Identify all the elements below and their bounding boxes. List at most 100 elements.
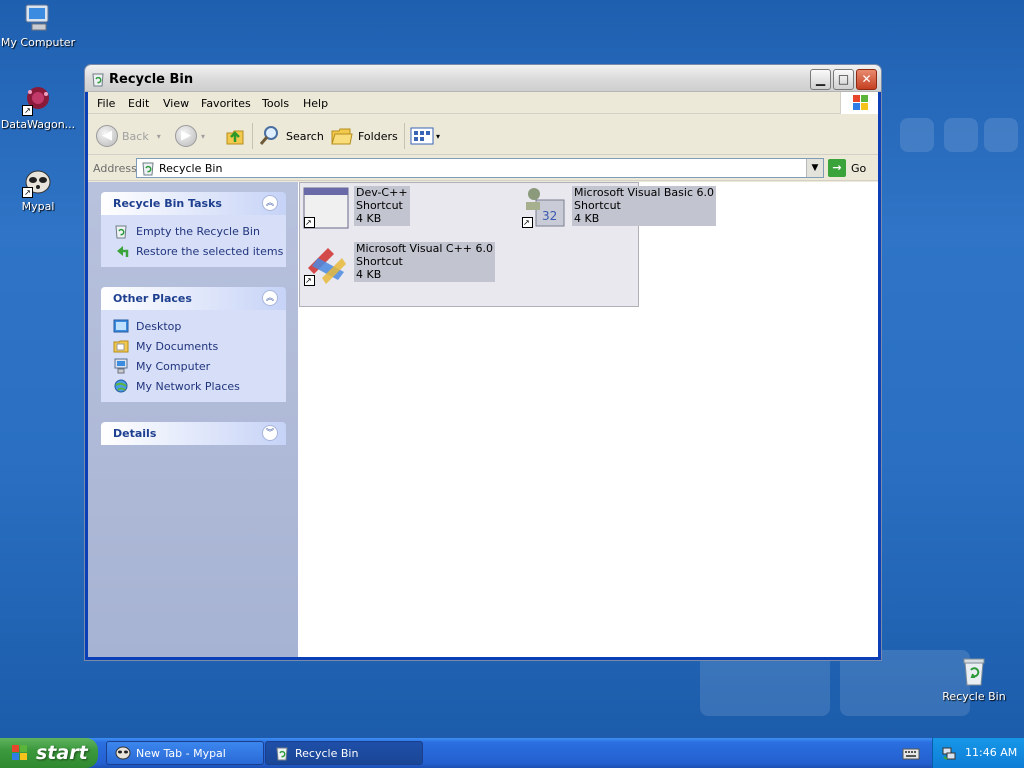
task-restore-selected[interactable]: Restore the selected items bbox=[113, 241, 286, 261]
maximize-button[interactable]: □ bbox=[833, 69, 854, 90]
recycle-bin-tasks-panel: Recycle Bin Tasks ︽ Empty the Recycle Bi… bbox=[101, 192, 286, 267]
panel-header[interactable]: Details ︾ bbox=[101, 422, 286, 445]
forward-arrow-icon: ▶ bbox=[175, 125, 197, 147]
other-places-panel: Other Places ︽ Desktop My Documents My C… bbox=[101, 287, 286, 402]
panel-header[interactable]: Other Places ︽ bbox=[101, 287, 286, 310]
recycle-bin-icon bbox=[274, 745, 290, 761]
menu-edit[interactable]: Edit bbox=[128, 97, 149, 110]
taskbar-button-recycle-bin[interactable]: Recycle Bin bbox=[265, 741, 423, 765]
file-type: Shortcut bbox=[356, 199, 403, 212]
file-type: Shortcut bbox=[356, 255, 403, 268]
recycle-bin-icon bbox=[113, 223, 129, 239]
taskbar-button-label: Recycle Bin bbox=[295, 746, 359, 760]
desktop-icon-datawagon[interactable]: ↗ DataWagon... bbox=[0, 84, 76, 131]
go-button[interactable]: → Go bbox=[828, 158, 866, 178]
mypal-raccoon-icon bbox=[115, 745, 131, 761]
place-my-computer[interactable]: My Computer bbox=[113, 356, 286, 376]
menu-view[interactable]: View bbox=[163, 97, 189, 110]
menu-tools[interactable]: Tools bbox=[262, 97, 289, 110]
mypal-raccoon-icon: ↗ bbox=[22, 166, 54, 198]
menu-favorites[interactable]: Favorites bbox=[201, 97, 251, 110]
close-button[interactable]: ✕ bbox=[856, 69, 877, 90]
search-label: Search bbox=[286, 129, 324, 143]
place-desktop[interactable]: Desktop bbox=[113, 316, 286, 336]
datawagon-icon: ↗ bbox=[22, 84, 54, 116]
minimize-button[interactable]: ▁ bbox=[810, 69, 831, 90]
file-item-dev-cpp[interactable]: ↗ Dev-C++ Shortcut 4 KB bbox=[302, 186, 410, 234]
restore-arrow-icon bbox=[113, 243, 129, 259]
clock[interactable]: 11:46 AM bbox=[965, 746, 1017, 759]
expand-chevron-icon[interactable]: ︾ bbox=[262, 425, 278, 441]
desktop-icon-label: Mypal bbox=[21, 200, 55, 213]
address-dropdown-button[interactable]: ▼ bbox=[806, 159, 823, 177]
file-details: Dev-C++ Shortcut 4 KB bbox=[354, 186, 410, 226]
task-label: Restore the selected items bbox=[136, 244, 284, 258]
file-name: Microsoft Visual C++ 6.0 bbox=[356, 242, 493, 255]
place-label: My Network Places bbox=[136, 379, 240, 393]
views-button[interactable]: ▾ bbox=[410, 123, 440, 149]
visual-basic-icon: 32 ↗ bbox=[520, 186, 568, 234]
start-button[interactable]: start bbox=[0, 738, 98, 768]
explorer-window: Recycle Bin ▁ □ ✕ File Edit View Favorit… bbox=[84, 64, 882, 661]
desktop-icon-my-computer[interactable]: My Computer bbox=[0, 2, 76, 49]
place-label: Desktop bbox=[136, 319, 182, 333]
start-label: start bbox=[36, 742, 88, 764]
file-details: Microsoft Visual Basic 6.0 Shortcut 4 KB bbox=[572, 186, 717, 226]
place-label: My Documents bbox=[136, 339, 219, 353]
taskbar-button-mypal[interactable]: New Tab - Mypal bbox=[106, 741, 264, 765]
file-size: 4 KB bbox=[356, 268, 382, 281]
search-button[interactable]: Search bbox=[258, 123, 324, 149]
folders-label: Folders bbox=[358, 129, 398, 143]
shortcut-arrow-icon: ↗ bbox=[304, 217, 315, 228]
address-label: Address bbox=[93, 162, 137, 175]
desktop-icon-label: Recycle Bin bbox=[942, 690, 1006, 703]
back-label: Back bbox=[122, 129, 149, 143]
recycle-bin-icon bbox=[90, 71, 106, 87]
title-bar[interactable]: Recycle Bin ▁ □ ✕ bbox=[85, 65, 881, 92]
folders-button[interactable]: Folders bbox=[330, 123, 398, 149]
network-tray-icon[interactable] bbox=[941, 745, 957, 764]
chevron-down-icon: ▼ bbox=[811, 163, 819, 173]
task-pane: Recycle Bin Tasks ︽ Empty the Recycle Bi… bbox=[88, 182, 298, 657]
computer-icon bbox=[22, 2, 54, 34]
network-globe-icon bbox=[113, 378, 129, 394]
file-item-visual-cpp[interactable]: ↗ Microsoft Visual C++ 6.0 Shortcut 4 KB bbox=[302, 242, 495, 290]
task-label: Empty the Recycle Bin bbox=[136, 224, 260, 238]
back-button[interactable]: ◀ Back ▾ bbox=[96, 123, 161, 149]
place-my-network-places[interactable]: My Network Places bbox=[113, 376, 286, 396]
panel-header[interactable]: Recycle Bin Tasks ︽ bbox=[101, 192, 286, 215]
desktop-decoration bbox=[984, 118, 1018, 152]
menu-help[interactable]: Help bbox=[303, 97, 328, 110]
shortcut-arrow-icon: ↗ bbox=[304, 275, 315, 286]
file-details: Microsoft Visual C++ 6.0 Shortcut 4 KB bbox=[354, 242, 495, 282]
menu-bar: File Edit View Favorites Tools Help bbox=[88, 92, 878, 114]
keyboard-language-icon[interactable] bbox=[902, 745, 920, 761]
desktop-icon-mypal[interactable]: ↗ Mypal bbox=[0, 166, 76, 213]
visual-cpp-icon: ↗ bbox=[302, 242, 350, 290]
recycle-bin-icon bbox=[958, 656, 990, 688]
file-item-visual-basic[interactable]: 32 ↗ Microsoft Visual Basic 6.0 Shortcut… bbox=[520, 186, 717, 234]
address-value: Recycle Bin bbox=[159, 162, 223, 175]
desktop-icon-recycle-bin[interactable]: Recycle Bin bbox=[936, 656, 1012, 703]
folders-icon bbox=[331, 128, 353, 145]
file-size: 4 KB bbox=[356, 212, 382, 225]
desktop-icon-label: My Computer bbox=[0, 36, 76, 49]
address-input[interactable]: Recycle Bin ▼ bbox=[136, 158, 824, 178]
shortcut-arrow-icon: ↗ bbox=[22, 187, 33, 198]
panel-body: Empty the Recycle Bin Restore the select… bbox=[101, 215, 286, 267]
file-type: Shortcut bbox=[574, 199, 621, 212]
menu-file[interactable]: File bbox=[97, 97, 115, 110]
recycle-bin-icon bbox=[140, 160, 156, 179]
place-my-documents[interactable]: My Documents bbox=[113, 336, 286, 356]
desktop-decoration bbox=[900, 118, 934, 152]
file-name: Microsoft Visual Basic 6.0 bbox=[574, 186, 715, 199]
collapse-chevron-icon[interactable]: ︽ bbox=[262, 290, 278, 306]
panel-title: Recycle Bin Tasks bbox=[113, 197, 222, 210]
desktop-decoration bbox=[944, 118, 978, 152]
forward-button[interactable]: ▶ ▾ bbox=[175, 123, 205, 149]
up-folder-button[interactable] bbox=[224, 123, 246, 149]
task-empty-recycle-bin[interactable]: Empty the Recycle Bin bbox=[113, 221, 286, 241]
collapse-chevron-icon[interactable]: ︽ bbox=[262, 195, 278, 211]
windows-flag-icon bbox=[12, 745, 27, 760]
address-bar: Address Recycle Bin ▼ → Go bbox=[88, 156, 878, 181]
